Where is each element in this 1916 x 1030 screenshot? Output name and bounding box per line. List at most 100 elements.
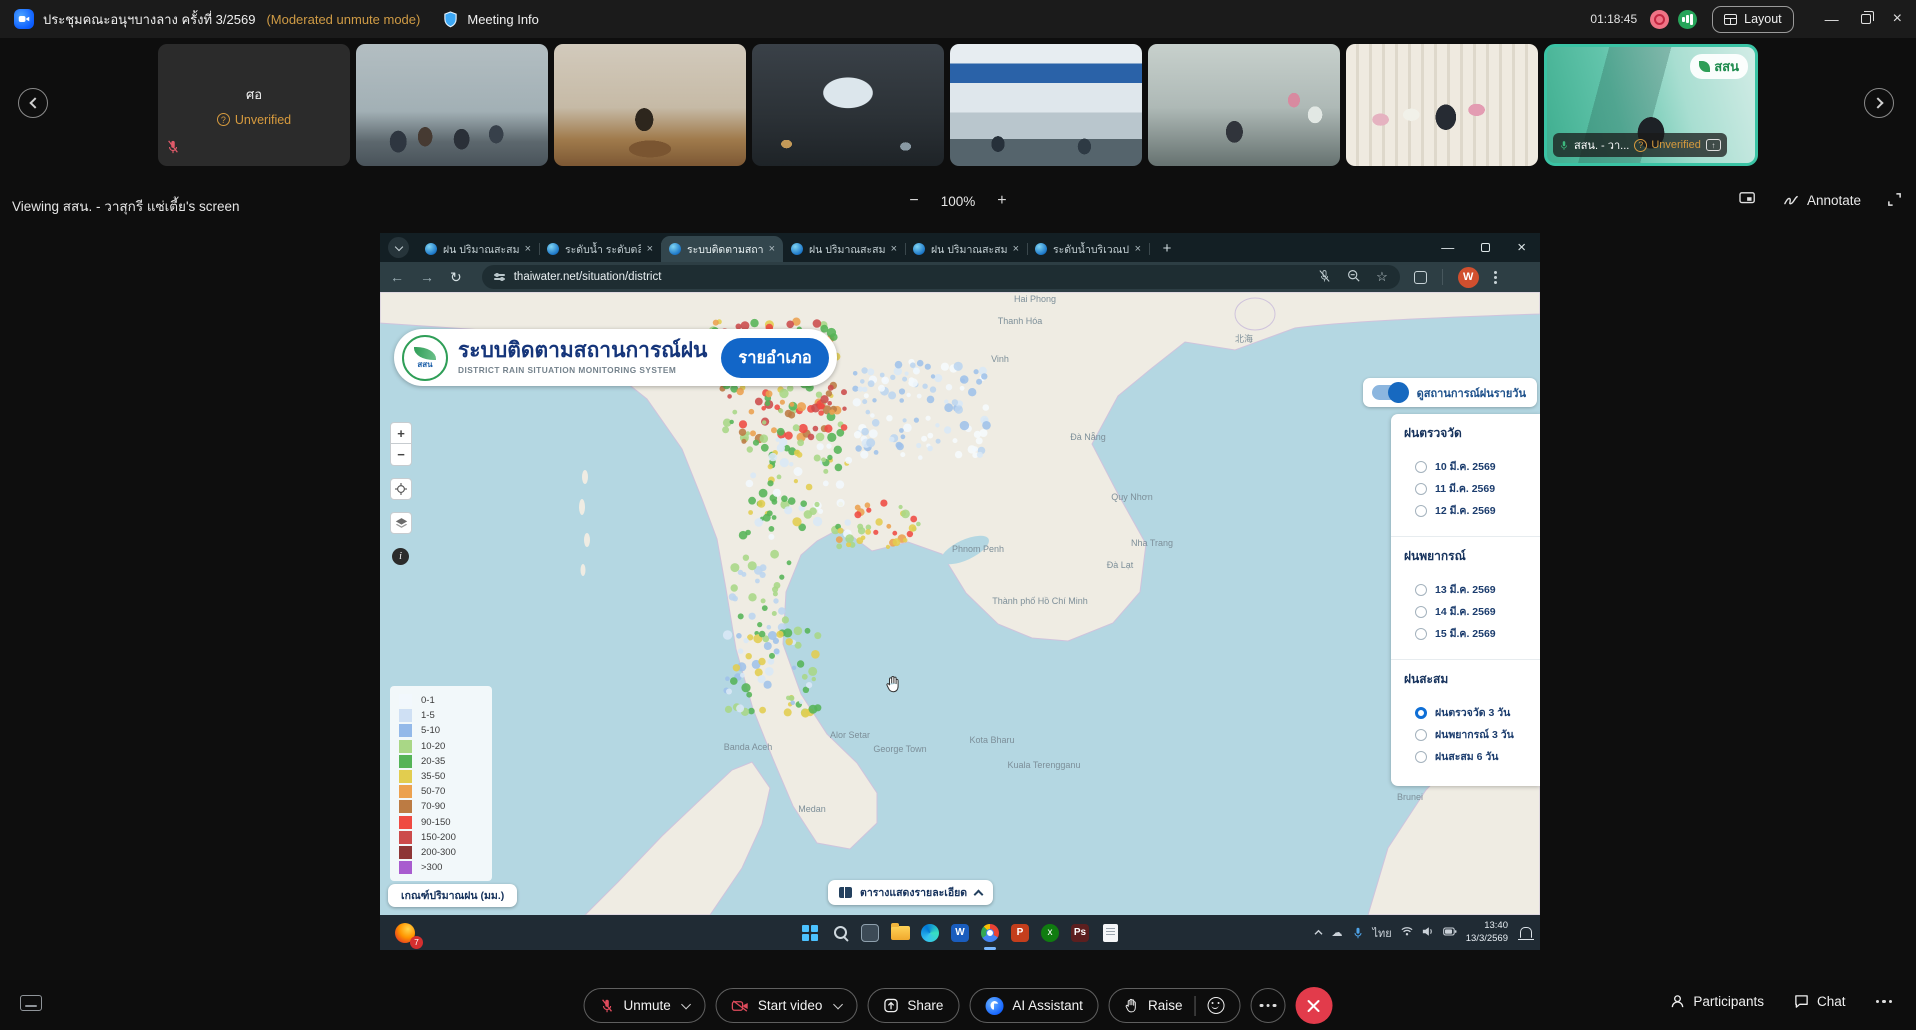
tab-close-icon[interactable]: × xyxy=(891,243,897,255)
taskbar-search-icon[interactable] xyxy=(827,920,853,946)
browser-tab[interactable]: ฝน ปริมาณสะสม 24 ชม.× xyxy=(783,236,905,262)
radio-icon[interactable] xyxy=(1415,461,1427,473)
strip-prev-button[interactable] xyxy=(18,88,48,118)
browser-restore-button[interactable] xyxy=(1481,243,1490,252)
powerpoint-icon[interactable]: P xyxy=(1007,920,1033,946)
radio-icon[interactable] xyxy=(1415,729,1427,741)
detail-table-button[interactable]: ตารางแสดงรายละเอียด xyxy=(828,880,993,905)
browser-menu-icon[interactable] xyxy=(1494,271,1497,284)
wifi-icon[interactable] xyxy=(1401,926,1413,939)
new-tab-button[interactable]: + xyxy=(1155,236,1179,260)
browser-close-button[interactable]: × xyxy=(1517,239,1526,256)
locate-button[interactable] xyxy=(390,478,412,500)
close-window-button[interactable]: × xyxy=(1893,10,1902,28)
tab-close-icon[interactable]: × xyxy=(647,243,653,255)
tab-close-icon[interactable]: × xyxy=(769,243,775,255)
annotate-button[interactable]: Annotate xyxy=(1783,193,1861,208)
strip-next-button[interactable] xyxy=(1864,88,1894,118)
word-icon[interactable]: W xyxy=(947,920,973,946)
taskbar-firefox-icon[interactable]: 7 xyxy=(392,920,418,946)
mic-blocked-icon[interactable] xyxy=(1318,269,1331,286)
zoom-in-button[interactable]: + xyxy=(997,192,1006,210)
ai-assistant-button[interactable]: AI Assistant xyxy=(969,988,1099,1023)
participant-video-tile[interactable] xyxy=(752,44,944,166)
radio-icon[interactable] xyxy=(1415,505,1427,517)
task-view-icon[interactable] xyxy=(857,920,883,946)
recording-indicator-icon[interactable] xyxy=(1650,10,1669,29)
battery-icon[interactable] xyxy=(1443,927,1457,939)
tab-close-icon[interactable]: × xyxy=(1013,243,1019,255)
browser-minimize-button[interactable]: — xyxy=(1441,240,1454,255)
edge-icon[interactable] xyxy=(917,920,943,946)
volume-icon[interactable] xyxy=(1422,926,1434,940)
minimize-window-button[interactable]: — xyxy=(1825,11,1839,27)
chat-button[interactable]: Chat xyxy=(1794,994,1846,1009)
radio-option[interactable]: 11 มี.ค. 2569 xyxy=(1415,480,1532,497)
start-button[interactable] xyxy=(797,920,823,946)
info-button[interactable]: i xyxy=(392,548,409,565)
zoom-out-button[interactable]: − xyxy=(909,192,918,210)
participant-video-tile[interactable] xyxy=(1346,44,1538,166)
photoshop-icon[interactable]: Ps xyxy=(1067,920,1093,946)
leave-meeting-button[interactable] xyxy=(1295,987,1332,1024)
tray-language-label[interactable]: ไทย xyxy=(1373,924,1392,942)
unmute-button[interactable]: Unmute xyxy=(584,988,706,1023)
more-options-button[interactable] xyxy=(1250,988,1285,1023)
radio-option[interactable]: 14 มี.ค. 2569 xyxy=(1415,603,1532,620)
participant-tile-placeholder[interactable]: ศอ ? Unverified xyxy=(158,44,350,166)
zoom-page-icon[interactable] xyxy=(1347,269,1360,285)
profile-avatar[interactable]: W xyxy=(1458,267,1479,288)
extensions-icon[interactable] xyxy=(1414,271,1427,284)
browser-tab[interactable]: ระดับน้ำบริเวณปากแม่น้ำ× xyxy=(1027,236,1149,262)
unmute-options-chevron[interactable] xyxy=(681,999,691,1009)
chrome-icon[interactable] xyxy=(977,920,1003,946)
radio-icon[interactable] xyxy=(1415,628,1427,640)
participants-button[interactable]: Participants xyxy=(1670,994,1764,1009)
forward-icon[interactable]: → xyxy=(420,269,434,285)
reload-icon[interactable]: ↻ xyxy=(450,269,462,286)
participant-video-tile[interactable] xyxy=(1148,44,1340,166)
connection-stats-icon[interactable] xyxy=(1678,10,1697,29)
caption-keyboard-icon[interactable] xyxy=(20,995,42,1011)
layers-button[interactable] xyxy=(390,512,412,534)
browser-tab[interactable]: ฝน ปริมาณสะสม 24 ชม.× xyxy=(417,236,539,262)
browser-tab[interactable]: ฝน ปริมาณสะสม 24 ชม.× xyxy=(905,236,1027,262)
reactions-smiley-icon[interactable] xyxy=(1207,997,1224,1014)
tab-close-icon[interactable]: × xyxy=(1135,243,1141,255)
map-zoom-out-button[interactable]: − xyxy=(390,444,412,466)
radio-option[interactable]: 10 มี.ค. 2569 xyxy=(1415,458,1532,475)
radio-option[interactable]: 13 มี.ค. 2569 xyxy=(1415,581,1532,598)
tab-close-icon[interactable]: × xyxy=(525,243,531,255)
radio-option[interactable]: 15 มี.ค. 2569 xyxy=(1415,625,1532,642)
daily-rain-toggle[interactable]: ดูสถานการณ์ฝนรายวัน xyxy=(1363,378,1537,407)
radio-icon[interactable] xyxy=(1415,606,1427,618)
radio-option[interactable]: 12 มี.ค. 2569 xyxy=(1415,502,1532,519)
participant-video-tile[interactable] xyxy=(554,44,746,166)
radio-option[interactable]: ฝนพยากรณ์ 3 วัน xyxy=(1415,726,1532,743)
share-button[interactable]: Share xyxy=(867,988,959,1023)
site-controls-icon[interactable] xyxy=(494,274,505,280)
toggle-switch[interactable] xyxy=(1372,385,1408,400)
browser-tab-active[interactable]: ระบบติดตามสถานการณ์× xyxy=(661,236,783,262)
view-options-icon[interactable] xyxy=(1739,191,1757,210)
tab-search-button[interactable] xyxy=(388,237,409,258)
url-field[interactable]: thaiwater.net/situation/district ☆ xyxy=(482,265,1400,289)
xbox-icon[interactable]: x xyxy=(1037,920,1063,946)
zoom-level[interactable]: 100% xyxy=(941,194,976,209)
notepad-icon[interactable] xyxy=(1097,920,1123,946)
bookmark-star-icon[interactable]: ☆ xyxy=(1376,269,1388,285)
back-icon[interactable]: ← xyxy=(390,269,404,285)
taskbar-clock[interactable]: 13:40 13/3/2569 xyxy=(1466,920,1508,945)
radio-icon[interactable] xyxy=(1415,483,1427,495)
radio-icon[interactable] xyxy=(1415,584,1427,596)
tray-chevron-icon[interactable] xyxy=(1314,927,1323,939)
radio-option[interactable]: ฝนสะสม 6 วัน xyxy=(1415,748,1532,765)
browser-tab[interactable]: ระดับน้ำ ระดับตลิ่ง ความ× xyxy=(539,236,661,262)
more-controls-icon[interactable] xyxy=(1876,1000,1893,1004)
radio-icon[interactable] xyxy=(1415,751,1427,763)
participant-video-tile[interactable] xyxy=(356,44,548,166)
map-zoom-in-button[interactable]: + xyxy=(390,422,412,444)
url-text[interactable]: thaiwater.net/situation/district xyxy=(514,271,1309,283)
participant-video-tile[interactable] xyxy=(950,44,1142,166)
file-explorer-icon[interactable] xyxy=(887,920,913,946)
